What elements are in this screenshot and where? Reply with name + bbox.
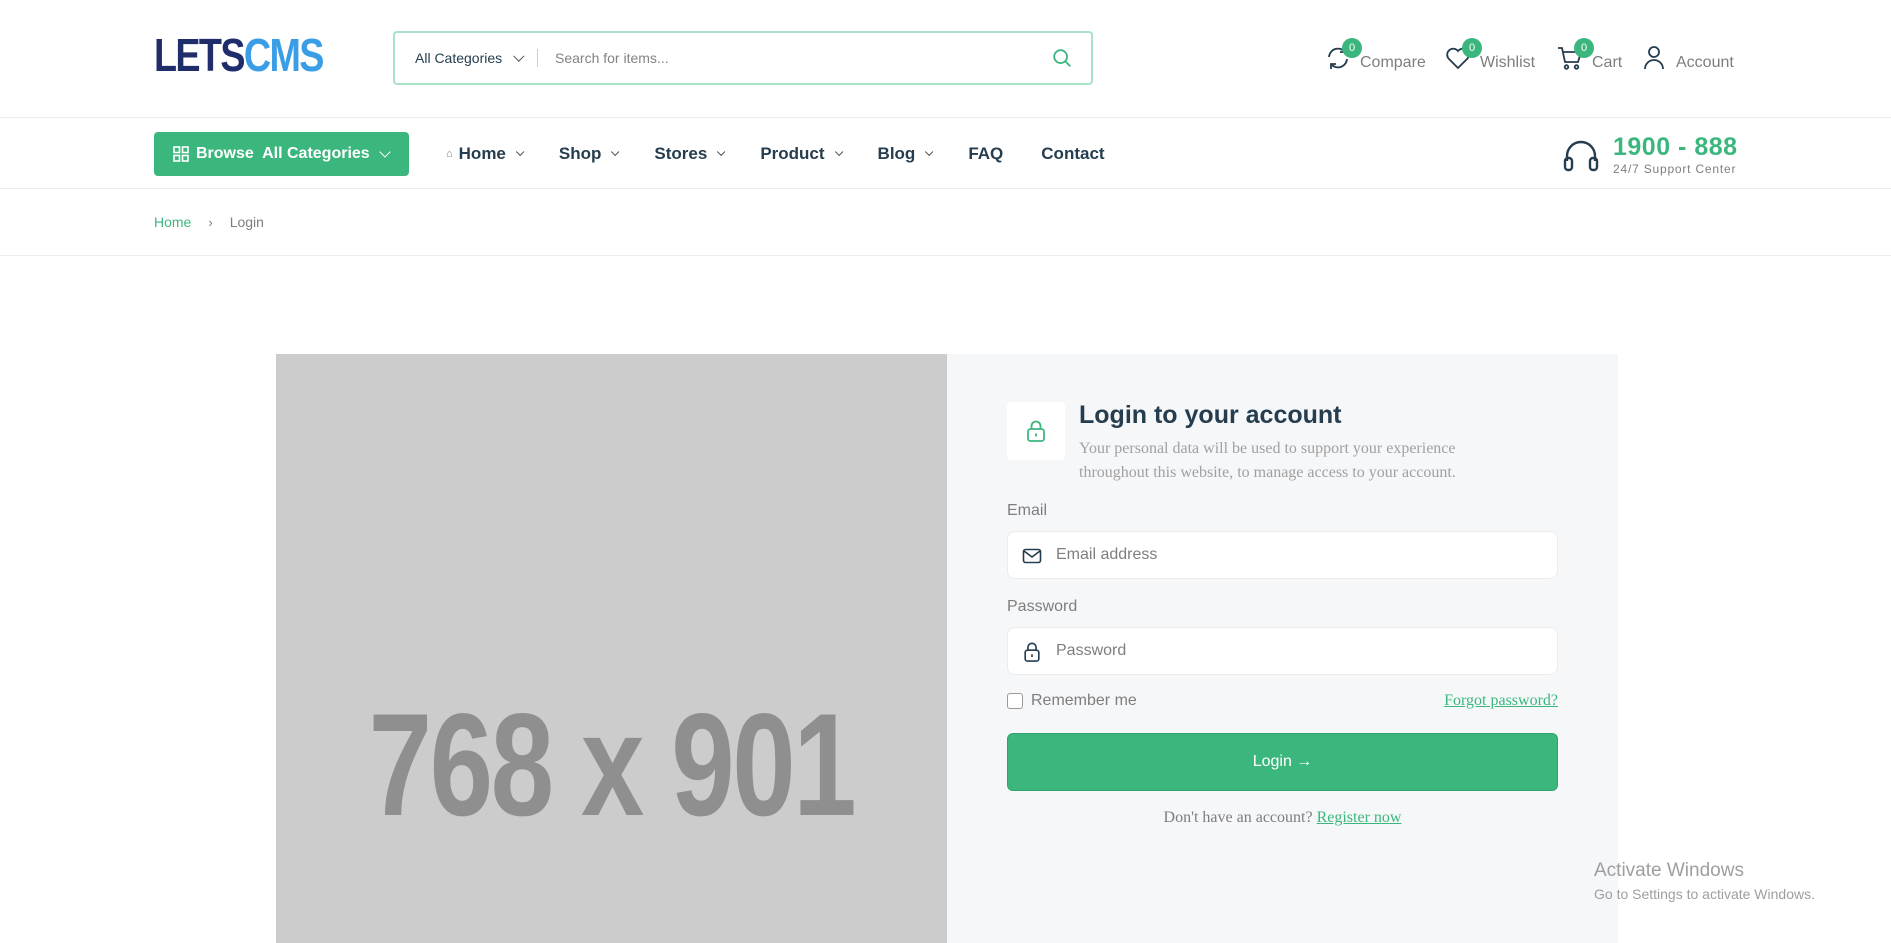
email-label: Email [1007, 502, 1048, 519]
search-input[interactable] [555, 43, 1025, 73]
nav-menu: ⌂ Home Shop Stores Product Blog FAQ Conta… [446, 119, 1143, 189]
search-divider [537, 49, 538, 67]
password-input[interactable] [1056, 637, 1536, 665]
browse-categories-label: Browse All Categories [196, 145, 370, 162]
email-input[interactable] [1056, 541, 1536, 569]
activate-windows-watermark: Activate Windows Go to Settings to activ… [1594, 860, 1815, 902]
breadcrumb-current: Login [229, 214, 264, 230]
login-title: Login to your account [1079, 401, 1342, 429]
category-select-value: All Categories [415, 50, 503, 66]
chevron-down-icon [513, 50, 525, 62]
nav-item-blog[interactable]: Blog [877, 144, 934, 164]
nav-item-label: Shop [558, 144, 602, 163]
no-account-text: Don't have an account? [1163, 809, 1313, 826]
nav-item-label: Home [458, 144, 506, 163]
user-icon [1644, 46, 1664, 70]
chevron-down-icon [379, 146, 391, 158]
lock-icon [1024, 642, 1040, 662]
headset-icon [1563, 140, 1599, 172]
nav-item-contact[interactable]: Contact [1041, 144, 1104, 164]
remember-me-checkbox[interactable] [1007, 693, 1023, 709]
nav-item-label: Product [760, 144, 825, 163]
chevron-down-icon [834, 147, 843, 157]
lock-icon [1027, 420, 1045, 442]
activate-windows-subtitle: Go to Settings to activate Windows. [1594, 886, 1815, 902]
nav-item-label: Blog [877, 144, 916, 163]
password-field[interactable] [1007, 627, 1558, 675]
search-icon[interactable] [1051, 47, 1073, 69]
nav-item-product[interactable]: Product [760, 144, 843, 164]
cart-count-badge: 0 [1574, 38, 1594, 58]
nav-item-label: Contact [1041, 144, 1105, 163]
support-contact: 1900 - 888 24/7 Support Center [1562, 133, 1752, 179]
wishlist-label: Wishlist [1480, 54, 1536, 71]
support-phone-number[interactable]: 1900 - 888 [1613, 133, 1738, 162]
lock-icon-box [1007, 402, 1065, 460]
home-icon: ⌂ [446, 148, 453, 160]
login-panel: Login to your account Your personal data… [947, 354, 1618, 943]
header-top: LETSCMS All Categories 0 Compare 0 Wishl… [0, 0, 1891, 118]
breadcrumb-separator: › [208, 214, 213, 230]
brand-logo[interactable]: LETSCMS [154, 29, 325, 81]
logo-text-part1: LETS [154, 29, 245, 81]
browse-categories-button[interactable]: Browse All Categories [154, 132, 409, 176]
password-label: Password [1007, 598, 1078, 615]
account-label: Account [1676, 54, 1734, 71]
nav-item-home[interactable]: ⌂ Home [446, 144, 525, 164]
nav-item-faq[interactable]: FAQ [968, 144, 1003, 164]
login-button[interactable]: Login → [1007, 733, 1558, 791]
email-field[interactable] [1007, 531, 1558, 579]
register-prompt: Don't have an account? Register now [1007, 809, 1558, 827]
nav-item-stores[interactable]: Stores [654, 144, 726, 164]
chevron-down-icon [925, 147, 934, 157]
nav-item-shop[interactable]: Shop [558, 144, 620, 164]
chevron-down-icon [515, 147, 525, 157]
grid-icon [173, 146, 189, 162]
breadcrumb-home-link[interactable]: Home [154, 214, 191, 230]
forgot-password-link[interactable]: Forgot password? [1444, 692, 1558, 710]
logo-text-part2: CMS [243, 29, 325, 81]
nav-item-label: Stores [654, 144, 708, 163]
remember-me-label: Remember me [1031, 692, 1137, 709]
breadcrumb: Home › Login [0, 190, 1891, 256]
login-description: Your personal data will be used to suppo… [1079, 440, 1456, 481]
image-placeholder-text: 768 x 901 [368, 683, 857, 846]
mail-icon [1022, 548, 1042, 564]
compare-label: Compare [1360, 54, 1426, 71]
wishlist-count-badge: 0 [1462, 38, 1482, 58]
cart-label: Cart [1592, 54, 1623, 71]
login-side-image: 768 x 901 [276, 354, 947, 943]
nav-item-label: FAQ [968, 144, 1004, 163]
support-center-text: 24/7 Support Center [1613, 162, 1737, 176]
register-link[interactable]: Register now [1317, 809, 1402, 826]
remember-me[interactable]: Remember me [1007, 692, 1137, 710]
chevron-down-icon [717, 147, 726, 157]
search-bar: All Categories [393, 31, 1093, 85]
compare-count-badge: 0 [1342, 38, 1362, 58]
activate-windows-title: Activate Windows [1594, 860, 1744, 881]
category-select[interactable]: All Categories [415, 33, 525, 83]
main-nav: Browse All Categories ⌂ Home Shop Stores … [0, 119, 1891, 189]
chevron-down-icon [611, 147, 620, 157]
